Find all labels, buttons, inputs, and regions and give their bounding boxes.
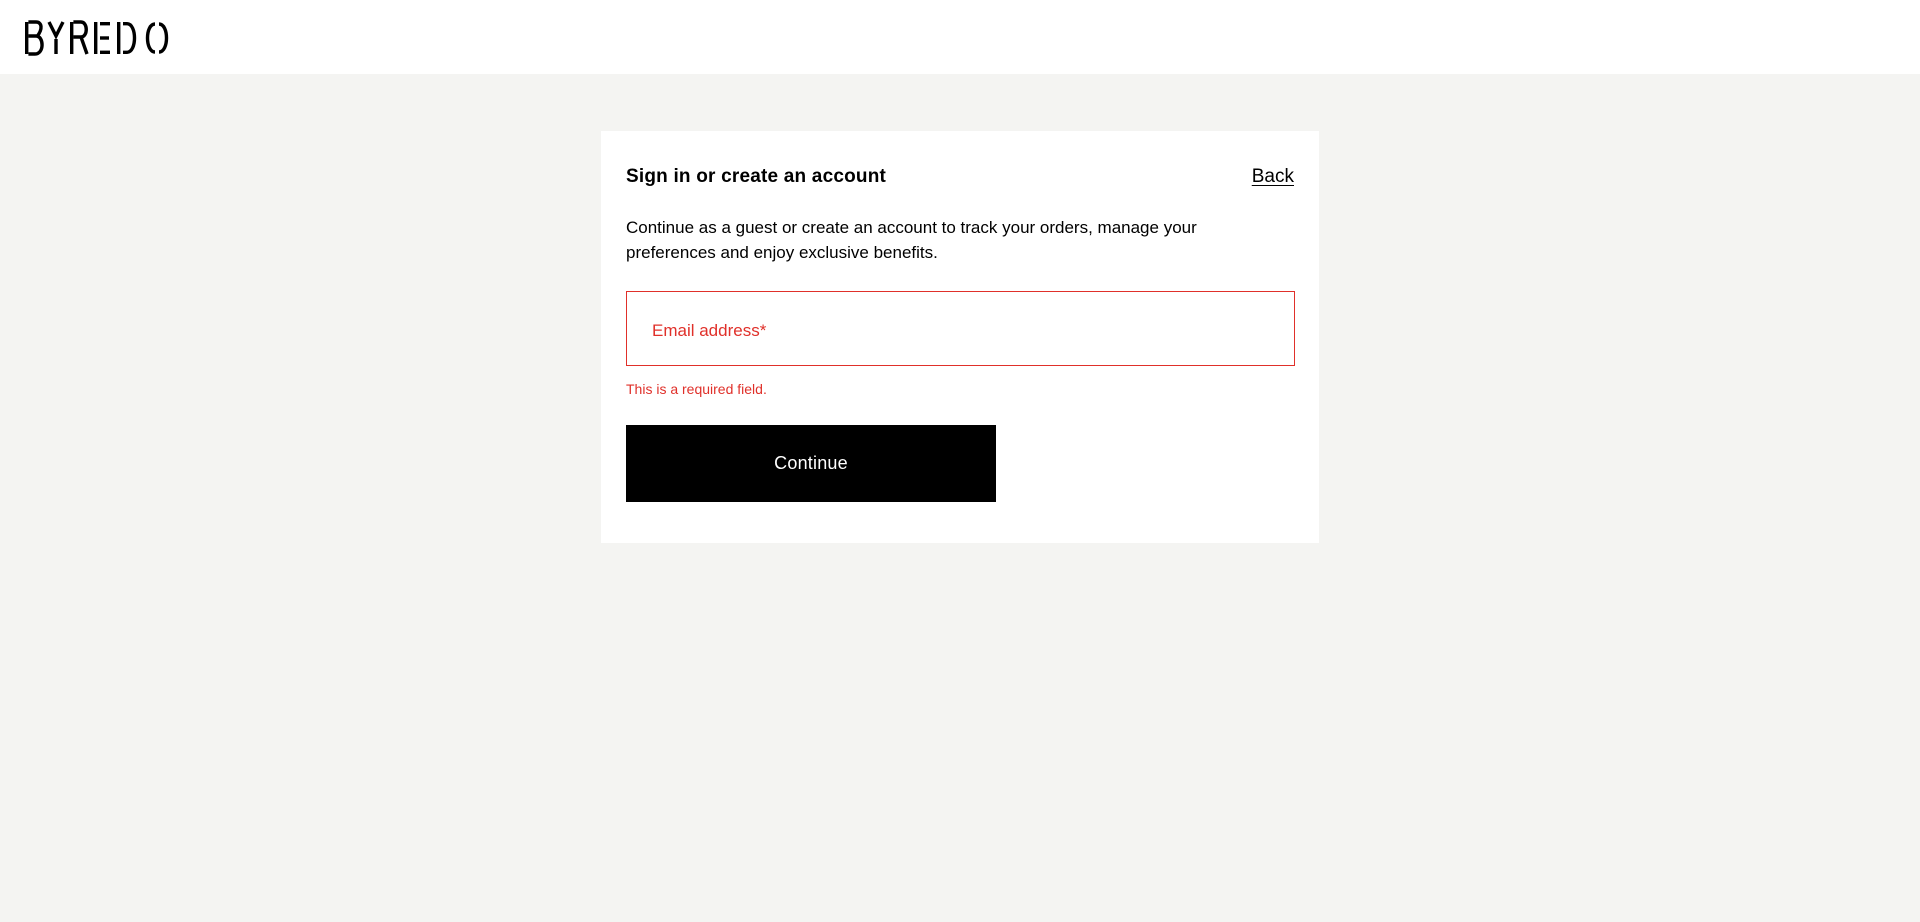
email-error-message: This is a required field. [626, 381, 767, 397]
byredo-logo[interactable] [24, 20, 176, 56]
site-header [0, 0, 1920, 74]
email-field[interactable]: Email address* [626, 291, 1295, 366]
signin-intro-text: Continue as a guest or create an account… [626, 218, 1197, 262]
signin-title: Sign in or create an account [626, 166, 887, 187]
back-link[interactable]: Back [1252, 165, 1294, 189]
continue-button[interactable]: Continue [626, 425, 996, 502]
signin-card: Sign in or create an account Back Contin… [601, 131, 1319, 543]
email-input[interactable] [627, 292, 1294, 365]
